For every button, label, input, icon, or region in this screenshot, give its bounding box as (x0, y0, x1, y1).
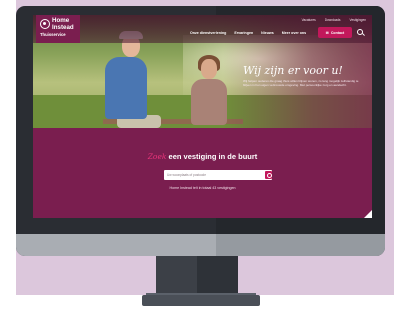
logo[interactable]: Home Instead Thuisservice (36, 15, 80, 43)
finder-title-rest: een vestiging in de buurt (166, 152, 258, 161)
hero-woman-head (201, 59, 217, 79)
nav-item-dienstverlening[interactable]: Onze dienstverlening (190, 31, 226, 35)
nav-item-meer-over-ons[interactable]: Meer over ons (282, 31, 306, 35)
hero-man (105, 57, 147, 119)
monitor-chin-shade (216, 234, 385, 256)
finder-title-accent: Zoek (147, 152, 167, 161)
desktop-mockup: Wij zijn er voor u! Wij helpen ouderen d… (0, 0, 394, 311)
location-finder: Zoek een vestiging in de buurt Uw woonpl… (33, 128, 372, 218)
top-link-vacatures[interactable]: Vacatures (302, 18, 316, 22)
contact-button-label: Contact (330, 30, 345, 35)
main-nav: Onze dienstverlening Ervaringen Nieuws M… (190, 31, 306, 35)
page-corner-icon (364, 210, 372, 218)
logo-wordmark: Home Instead (52, 17, 74, 31)
hero-text: Wij helpen ouderen die graag thuis wille… (243, 79, 359, 88)
hero-title: Wij zijn er voor u! (243, 64, 343, 77)
website-screen: Wij zijn er voor u! Wij helpen ouderen d… (33, 15, 372, 218)
utility-nav: Vacatures Downloads Vestigingen (302, 18, 366, 22)
location-search-input[interactable]: Uw woonplaats of postcode (164, 170, 272, 180)
chat-icon: ✉ (325, 30, 329, 35)
logo-subtitle: Thuisservice (40, 32, 66, 37)
nav-item-ervaringen[interactable]: Ervaringen (234, 31, 253, 35)
contact-button[interactable]: ✉ Contact (318, 27, 352, 38)
top-link-downloads[interactable]: Downloads (325, 18, 341, 22)
site-header: Home Instead Thuisservice Vacatures Down… (33, 15, 372, 43)
search-icon[interactable] (357, 29, 363, 35)
location-search-button[interactable] (265, 171, 272, 179)
top-link-vestigingen[interactable]: Vestigingen (350, 18, 366, 22)
logo-line-2: Instead (52, 23, 74, 31)
home-instead-logo-icon (40, 19, 50, 29)
finder-title: Zoek een vestiging in de buurt (33, 152, 372, 161)
nav-item-nieuws[interactable]: Nieuws (261, 31, 274, 35)
monitor-stand-base (142, 295, 260, 306)
finder-note: Home Instead telt in totaal 43 vestiging… (169, 186, 236, 190)
hero-woman (191, 79, 227, 125)
